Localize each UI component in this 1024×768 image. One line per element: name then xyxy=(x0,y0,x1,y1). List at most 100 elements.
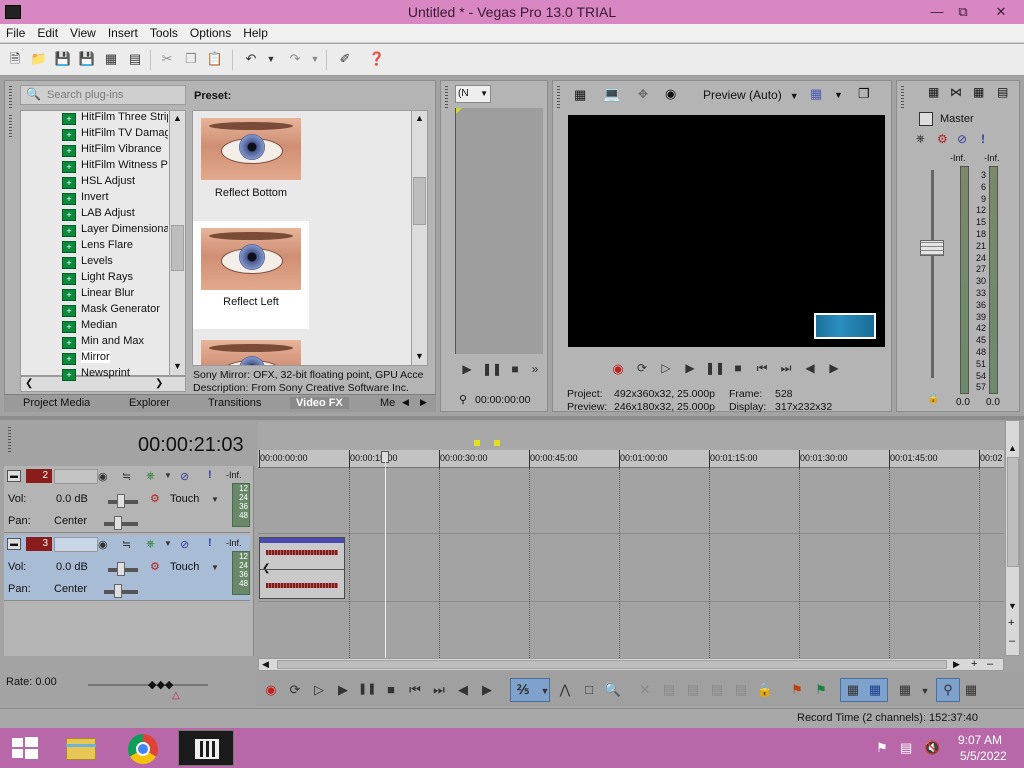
pause-icon[interactable]: ❚❚ xyxy=(482,362,502,376)
mute-icon[interactable]: ⊘ xyxy=(957,132,967,146)
automation-mode[interactable]: Touch xyxy=(170,561,199,573)
menu-view[interactable]: View xyxy=(64,24,102,42)
pause-icon[interactable]: ❚❚ xyxy=(705,361,725,375)
preset-scrollbar[interactable]: ▲ ▼ xyxy=(411,111,427,365)
lock-icon[interactable]: 🔒 xyxy=(756,682,774,698)
previous-frame-icon[interactable]: ◀ xyxy=(801,361,819,375)
pan-slider-handle[interactable] xyxy=(114,584,122,598)
marker-icon[interactable]: ⚑ xyxy=(788,682,806,698)
chevron-down-icon[interactable]: ▼ xyxy=(536,686,554,696)
zoom-out-icon[interactable]: – xyxy=(987,658,993,670)
properties-icon[interactable]: ▤ xyxy=(126,50,144,68)
record-icon[interactable]: ◉ xyxy=(262,682,280,698)
timeline-vscroll[interactable]: ▲ ▼ + – xyxy=(1005,420,1020,656)
touch-gear-icon[interactable]: ⚙ xyxy=(150,492,160,505)
scroll-thumb[interactable] xyxy=(413,177,426,225)
snapping-icon[interactable]: ✐ xyxy=(336,50,354,68)
mute-icon[interactable]: ⊘ xyxy=(180,538,189,551)
solo-icon[interactable]: ! xyxy=(208,469,212,481)
menu-file[interactable]: File xyxy=(0,24,31,42)
stop-icon[interactable]: ■ xyxy=(506,362,524,376)
zoom-in-icon[interactable]: + xyxy=(971,658,977,670)
chevron-down-icon[interactable]: ▼ xyxy=(211,563,219,572)
mute-icon[interactable]: ⊘ xyxy=(180,470,189,483)
ripple-icon[interactable]: ▦ xyxy=(896,682,914,698)
mixer-properties-icon[interactable]: ▦ xyxy=(928,85,939,99)
play-from-start-icon[interactable]: ▷ xyxy=(310,682,328,698)
video-fx-icon[interactable]: ◉ xyxy=(665,86,676,102)
trim-end-icon[interactable]: ▤ xyxy=(708,682,726,698)
search-input[interactable]: Search plug-ins xyxy=(20,85,186,105)
auto-crossfade-icon[interactable]: ▦ xyxy=(866,682,884,698)
plugin-item[interactable]: + Mirror xyxy=(62,351,168,367)
snapping-icon[interactable]: ▦ xyxy=(962,682,980,698)
go-to-start-icon[interactable]: ⏮ xyxy=(406,682,424,698)
zoom-out-icon[interactable]: – xyxy=(1009,635,1015,647)
zoom-in-icon[interactable]: + xyxy=(1008,617,1014,629)
new-icon[interactable]: 🗎 xyxy=(6,50,24,68)
tab-transitions[interactable]: Transitions xyxy=(208,397,261,409)
plugin-item[interactable]: + Light Rays xyxy=(62,271,168,287)
bus-fx-icon[interactable]: ⎈ xyxy=(916,133,925,146)
plugin-item[interactable]: + Lens Flare xyxy=(62,239,168,255)
plugin-item[interactable]: + HitFilm Three Strip xyxy=(62,111,168,127)
stop-icon[interactable]: ■ xyxy=(382,682,400,697)
record-icon[interactable]: ◉ xyxy=(609,361,627,377)
scroll-left-icon[interactable]: ❮ xyxy=(25,378,33,389)
clock-date[interactable]: 5/5/2022 xyxy=(960,749,1007,763)
plugin-item[interactable]: + HitFilm Witness Pr xyxy=(62,159,168,175)
render-icon[interactable]: ▦ xyxy=(102,50,120,68)
play-icon[interactable]: ▶ xyxy=(458,362,476,376)
split-screen-icon[interactable]: ✥ xyxy=(638,87,648,101)
solo-icon[interactable]: ! xyxy=(981,132,985,146)
master-fader[interactable] xyxy=(920,240,944,256)
go-to-end-icon[interactable]: ⏭ xyxy=(777,361,795,376)
windows-start-icon[interactable] xyxy=(0,730,48,766)
plugin-item[interactable]: + Layer Dimensional xyxy=(62,223,168,239)
scroll-up-icon[interactable]: ▲ xyxy=(173,113,182,123)
save-icon[interactable]: 💾 xyxy=(54,50,72,68)
scroll-up-icon[interactable]: ▲ xyxy=(415,113,424,123)
chrome-icon[interactable] xyxy=(118,730,166,766)
plugin-item[interactable]: + Newsprint xyxy=(62,367,168,383)
copy-snapshot-icon[interactable]: ❐ xyxy=(858,86,870,102)
network-icon[interactable]: ▤ xyxy=(900,740,912,756)
preset-item[interactable] xyxy=(193,333,309,365)
region-icon[interactable]: ⚑ xyxy=(812,682,830,698)
track-expand-icon[interactable]: ▬ xyxy=(7,470,21,482)
menu-insert[interactable]: Insert xyxy=(102,24,144,42)
restore-icon[interactable]: ⧉ xyxy=(950,3,976,21)
edit-tool-icon[interactable]: ⅖ xyxy=(514,682,532,698)
solo-icon[interactable]: ! xyxy=(208,537,212,549)
tab-video-fx[interactable]: Video FX xyxy=(290,397,349,409)
zoom-tool-icon[interactable]: 🔍 xyxy=(604,682,622,698)
redo-dropdown-icon[interactable]: ▼ xyxy=(306,50,324,68)
scroll-right-icon[interactable]: ▶ xyxy=(953,659,960,670)
play-icon[interactable]: ▶ xyxy=(681,361,699,375)
dim-icon[interactable]: ▦ xyxy=(973,85,984,99)
loop-icon[interactable]: ⟳ xyxy=(633,361,651,375)
external-monitor-icon[interactable]: 💻 xyxy=(603,86,620,103)
trimmer-select[interactable]: (N ▼ xyxy=(455,85,491,103)
envelope-tool-icon[interactable]: ⋀ xyxy=(556,682,574,698)
tree-scrollbar[interactable]: ▲ ▼ xyxy=(169,111,185,375)
plugin-item[interactable]: + Levels xyxy=(62,255,168,271)
scroll-thumb[interactable] xyxy=(1007,457,1019,567)
mixer-menu-icon[interactable]: ▤ xyxy=(997,85,1008,99)
file-explorer-icon[interactable] xyxy=(58,730,106,766)
selection-tool-icon[interactable]: □ xyxy=(580,682,598,697)
plugin-item[interactable]: + Invert xyxy=(62,191,168,207)
previous-frame-icon[interactable]: ◀ xyxy=(454,682,472,698)
scroll-up-icon[interactable]: ▲ xyxy=(1008,443,1017,453)
chevron-down-icon[interactable]: ▼ xyxy=(916,686,934,696)
delete-icon[interactable]: ✕ xyxy=(636,682,654,698)
audio-clip[interactable]: ❮ xyxy=(259,537,345,599)
plugin-item[interactable]: + LAB Adjust xyxy=(62,207,168,223)
preview-quality-select[interactable]: Preview (Auto) ▼ xyxy=(703,88,799,102)
lock-envelopes-icon[interactable]: ⚲ xyxy=(939,682,957,698)
minimize-icon[interactable]: — xyxy=(924,3,950,21)
scroll-down-icon[interactable]: ▼ xyxy=(415,351,424,361)
tab-media-generators[interactable]: Me xyxy=(380,397,395,409)
go-to-start-icon[interactable]: ⏮ xyxy=(753,361,771,376)
track-fx-icon[interactable]: ◉ xyxy=(98,470,108,483)
